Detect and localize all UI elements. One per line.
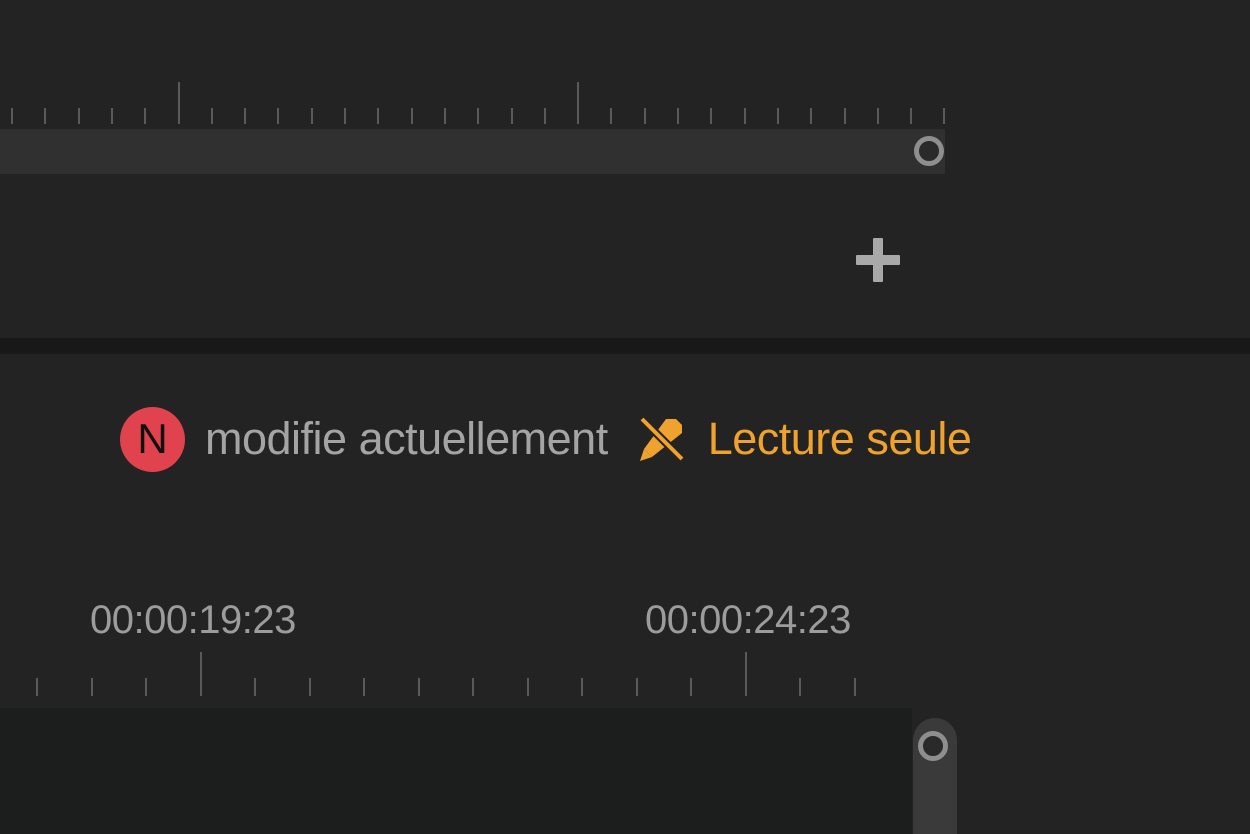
- scrollbar-handle-top[interactable]: [914, 136, 944, 166]
- ruler-tick: [308, 678, 311, 696]
- ruler-tick: [44, 108, 47, 124]
- ruler-tick: [145, 678, 147, 696]
- ruler-tick: [177, 82, 180, 124]
- ruler-tick: [853, 678, 856, 696]
- ruler-tick: [510, 108, 513, 124]
- read-only-label: Lecture seule: [707, 413, 972, 464]
- ruler-tick: [199, 652, 202, 696]
- time-ruler-top[interactable]: [0, 78, 960, 124]
- pencil-crossed-icon: [638, 416, 685, 462]
- ruler-tick: [210, 108, 213, 124]
- edit-status-bar: N modifie actuellement Lecture seule: [120, 405, 972, 473]
- ruler-tick: [277, 108, 280, 124]
- ruler-tick: [443, 108, 446, 124]
- panel-divider[interactable]: [0, 338, 1250, 354]
- time-ruler-bottom[interactable]: [0, 650, 900, 696]
- scrollbar-handle-bottom[interactable]: [918, 731, 948, 761]
- ruler-tick: [610, 108, 613, 124]
- ruler-tick: [11, 108, 13, 124]
- ruler-tick: [910, 108, 913, 124]
- ruler-tick: [77, 108, 80, 124]
- user-initial: N: [137, 415, 168, 462]
- ruler-tick: [635, 678, 638, 696]
- ruler-tick: [254, 678, 256, 696]
- ruler-tick: [477, 108, 480, 124]
- ruler-tick: [743, 108, 746, 124]
- ruler-tick: [36, 678, 38, 696]
- editing-status-text: modifie actuellement: [205, 413, 608, 464]
- top-timeline-panel: [0, 0, 1250, 338]
- ruler-tick: [543, 108, 546, 124]
- ruler-tick: [643, 108, 646, 124]
- ruler-tick: [744, 652, 747, 696]
- ruler-tick: [690, 678, 692, 696]
- ruler-tick: [363, 678, 365, 696]
- ruler-tick: [526, 678, 529, 696]
- ruler-tick: [799, 678, 801, 696]
- ruler-tick: [876, 108, 879, 124]
- ruler-tick: [581, 678, 583, 696]
- ruler-tick: [344, 108, 346, 124]
- ruler-tick: [677, 108, 679, 124]
- ruler-tick: [410, 108, 413, 124]
- ruler-tick: [943, 108, 946, 124]
- ruler-tick: [810, 108, 813, 124]
- timecode-label: 00:00:24:23: [645, 598, 851, 642]
- ruler-tick: [843, 108, 846, 124]
- timeline-app: N modifie actuellement Lecture seule 00:…: [0, 0, 1250, 834]
- ruler-tick: [577, 82, 580, 124]
- ruler-tick: [310, 108, 313, 124]
- ruler-tick: [472, 678, 474, 696]
- ruler-tick: [144, 108, 147, 124]
- ruler-tick: [710, 108, 713, 124]
- user-avatar: N: [120, 406, 185, 472]
- timecode-label: 00:00:19:23: [90, 598, 296, 642]
- ruler-tick: [417, 678, 420, 696]
- horizontal-scrollbar-top[interactable]: [0, 129, 945, 174]
- add-track-button[interactable]: [854, 236, 902, 284]
- track-area[interactable]: [0, 708, 912, 834]
- ruler-tick: [90, 678, 93, 696]
- ruler-tick: [377, 108, 380, 124]
- ruler-tick: [110, 108, 113, 124]
- ruler-tick: [244, 108, 247, 124]
- ruler-tick: [776, 108, 779, 124]
